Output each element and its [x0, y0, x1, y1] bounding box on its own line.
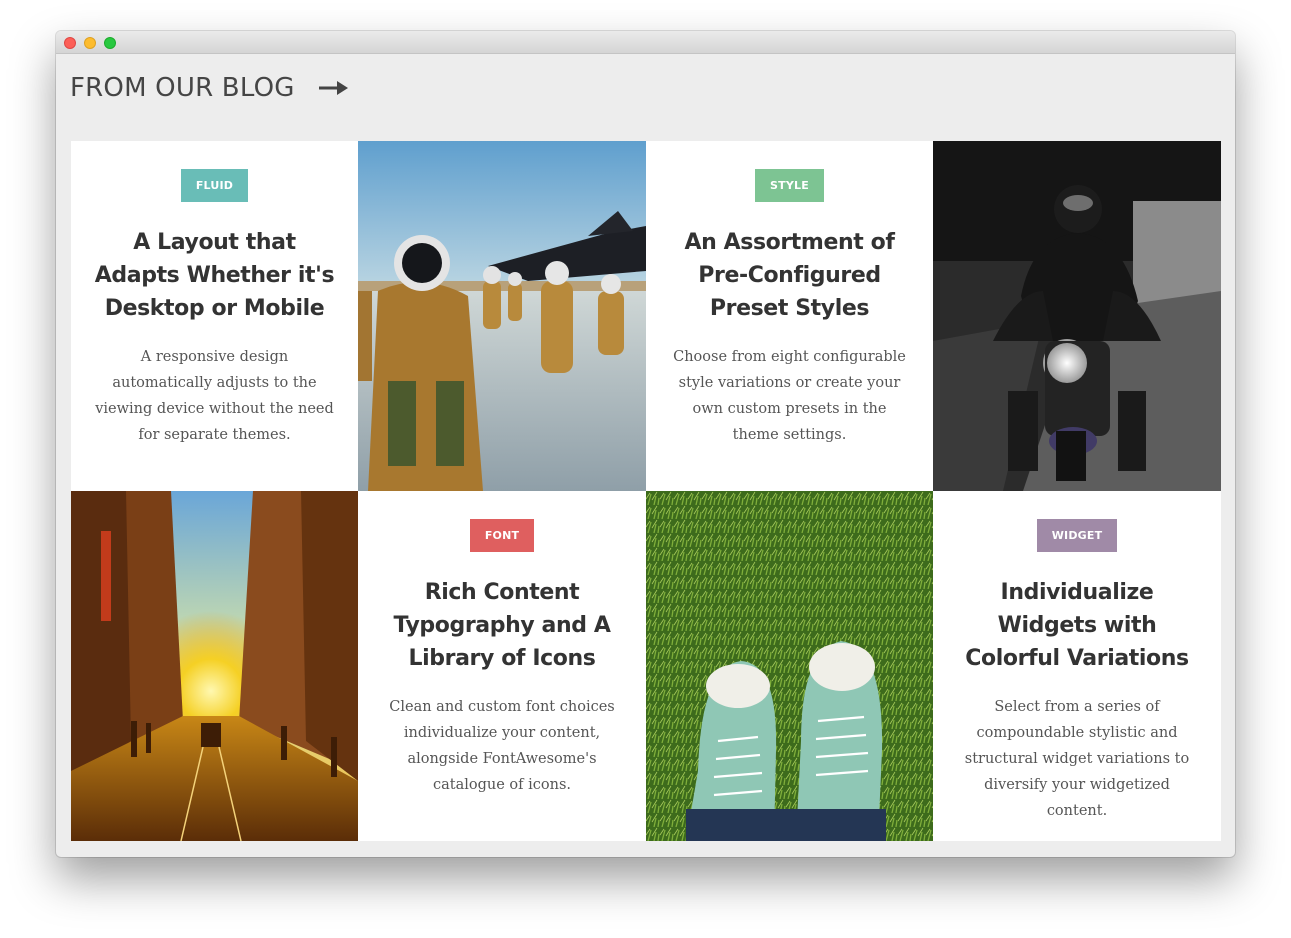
- post-excerpt: Clean and custom font choices individual…: [389, 699, 615, 793]
- post-card-font: FONT Rich Content Typography and A Libra…: [358, 491, 646, 841]
- city-sunset-photo[interactable]: [71, 491, 358, 841]
- post-tag[interactable]: STYLE: [755, 169, 824, 202]
- post-excerpt: Choose from eight configurable style var…: [673, 349, 906, 443]
- close-window-button[interactable]: [64, 37, 76, 49]
- post-excerpt: Select from a series of compoundable sty…: [964, 699, 1190, 819]
- astronauts-photo[interactable]: [358, 141, 646, 491]
- section-title: FROM OUR BLOG: [70, 73, 295, 103]
- blog-section-header: FROM OUR BLOG: [70, 71, 349, 105]
- post-card-style: STYLE An Assortment of Pre-Configured Pr…: [646, 141, 933, 491]
- post-excerpt: A responsive design automatically adjust…: [95, 349, 334, 443]
- post-card-fluid: FLUID A Layout that Adapts Whether it's …: [71, 141, 358, 491]
- post-title[interactable]: An Assortment of Pre-Configured Preset S…: [665, 226, 915, 325]
- zoom-window-button[interactable]: [104, 37, 116, 49]
- sneakers-on-grass-photo[interactable]: [646, 491, 933, 841]
- post-title[interactable]: Individualize Widgets with Colorful Vari…: [952, 576, 1202, 675]
- post-title[interactable]: A Layout that Adapts Whether it's Deskto…: [90, 226, 340, 325]
- browser-window: FROM OUR BLOG FLUID A Layout that Adapts…: [56, 31, 1235, 857]
- minimize-window-button[interactable]: [84, 37, 96, 49]
- blog-grid: FLUID A Layout that Adapts Whether it's …: [71, 141, 1221, 841]
- post-tag[interactable]: FLUID: [180, 169, 249, 202]
- motorcycle-photo[interactable]: [933, 141, 1221, 491]
- post-tag[interactable]: WIDGET: [1036, 519, 1118, 552]
- arrow-right-icon[interactable]: [318, 80, 349, 96]
- title-bar: [56, 31, 1235, 54]
- post-card-widget: WIDGET Individualize Widgets with Colorf…: [933, 491, 1221, 841]
- post-title[interactable]: Rich Content Typography and A Library of…: [377, 576, 627, 675]
- post-tag[interactable]: FONT: [469, 519, 535, 552]
